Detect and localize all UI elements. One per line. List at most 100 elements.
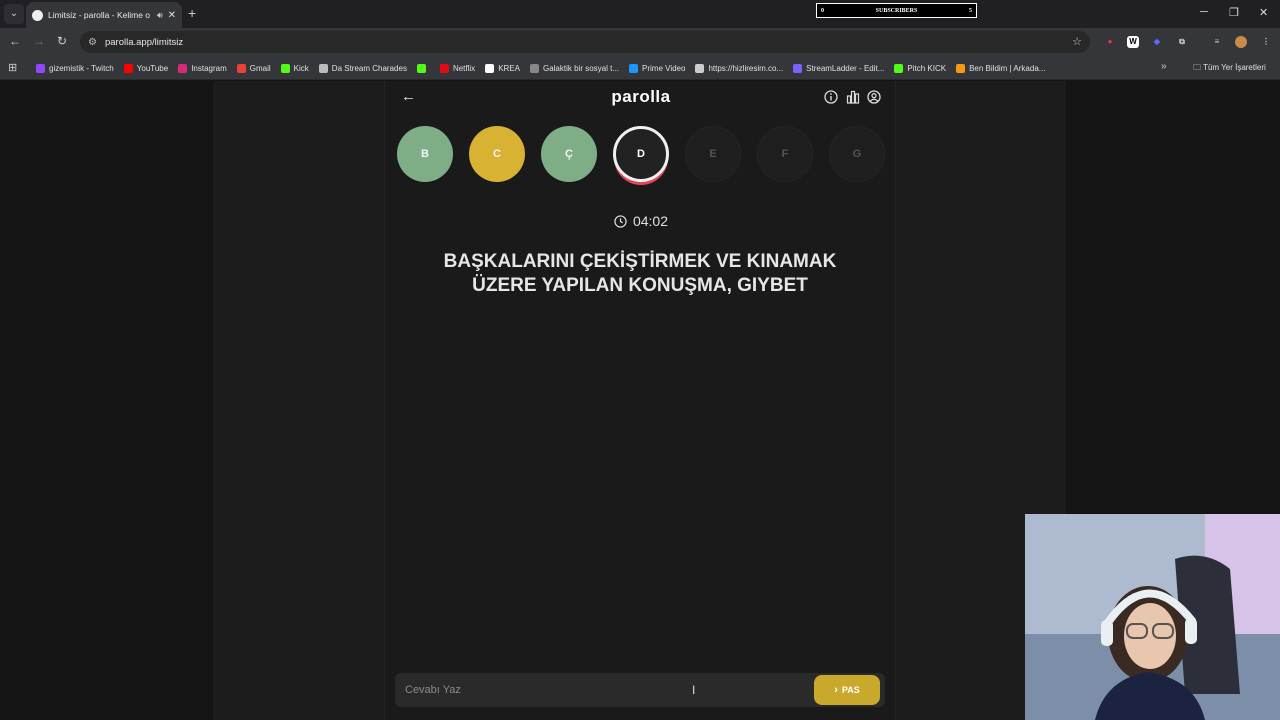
bookmark-favicon-icon [236,63,246,73]
bookmark-item[interactable] [416,63,430,73]
parolla-app: ← parolla B C Ç D E F G 04:02 BAŞKALARINI ÇEKİ… [384,81,896,720]
reload-icon[interactable]: ↻ [57,34,67,48]
tab-search-button[interactable]: ⌄ [4,4,24,24]
subscribers-label: SUBSCRIBERS [875,7,918,14]
bookmark-favicon-icon [485,63,495,73]
speaker-icon[interactable]: 🔊︎ [157,10,163,21]
parolla-favicon-icon [32,9,43,21]
bookmark-favicon-icon [416,63,426,73]
all-bookmarks-label: Tüm Yer İşaretleri [1203,63,1266,72]
letter-label: C [493,148,501,160]
extension-w-icon[interactable]: W [1127,36,1139,48]
bookmarks-bar: ⊞ gizemistik - Twitch YouTube Instagram Gma… [0,56,1280,80]
letter-label: G [852,148,862,160]
bookmark-favicon-icon [529,63,539,73]
bookmark-label: StreamLadder - Edit... [806,63,885,73]
back-arrow-icon[interactable]: ← [9,34,21,48]
bookmark-label: Netflix [452,63,476,73]
bookmark-item[interactable]: gizemistik - Twitch [36,63,114,73]
stats-chart-icon[interactable] [846,90,860,104]
more-bookmarks-icon[interactable]: » [1161,61,1167,72]
bookmark-favicon-icon [178,63,188,73]
close-window-icon[interactable]: ✕ [1259,6,1268,19]
bookmark-label: Pitch KICK [907,63,947,73]
bookmark-item[interactable]: Instagram [178,63,227,73]
bookmark-label: Ben Bildim | Arkada... [969,63,1046,73]
bookmark-item[interactable]: Galaktik bir sosyal t... [529,63,620,73]
webcam-overlay [1025,514,1280,720]
letter-label: D [637,148,645,160]
bookmark-item[interactable]: Prime Video [629,63,686,73]
minimize-icon[interactable]: ─ [1200,6,1208,18]
url-text[interactable]: parolla.app/limitsiz [105,37,183,48]
address-bar[interactable]: ⚙ parolla.app/limitsiz ☆ [80,31,1090,53]
all-bookmarks[interactable]: 🗀︎ Tüm Yer İşaretleri [1193,62,1266,76]
extension-blue-icon[interactable]: ◆ [1151,36,1163,48]
timer: 04:02 [385,213,897,229]
letter-label: E [709,148,717,160]
bookmark-item[interactable]: StreamLadder - Edit... [793,63,885,73]
bookmark-item[interactable]: Gmail [236,63,271,73]
app-header: ← parolla [385,81,897,115]
text-cursor-icon: I [692,683,696,697]
site-info-icon[interactable]: ⚙ [88,37,97,48]
restore-icon[interactable]: ❐ [1229,6,1239,19]
profile-avatar-icon[interactable] [1235,36,1247,48]
bookmark-item[interactable]: https://hizliresim.co... [695,63,783,73]
new-tab-button[interactable]: + [188,5,196,21]
bookmark-item[interactable]: Pitch KICK [894,63,947,73]
bookmark-favicon-icon [894,63,904,73]
browser-tab-active[interactable]: Limitsiz - parolla - Kelime o 🔊︎ ✕ [26,2,182,28]
bookmark-label: Gmail [249,63,271,73]
letter-label: F [781,148,789,160]
reading-list-icon[interactable]: ≡ [1211,36,1223,48]
pass-button[interactable]: › PAS [814,675,880,705]
letter-circle-ç: Ç [541,126,597,182]
tab-bar: ⌄ Limitsiz - parolla - Kelime o 🔊︎ ✕ + 0… [0,0,1280,28]
chevron-right-icon: › [834,684,838,696]
bookmark-item[interactable]: Ben Bildim | Arkada... [956,63,1046,73]
bookmark-label: Instagram [191,63,227,73]
extension-red-icon[interactable]: ● [1104,36,1116,48]
letter-circle-b: B [397,126,453,182]
bookmark-favicon-icon [956,63,966,73]
browser-toolbar: ← → ↻ ⚙ parolla.app/limitsiz ☆ ● W ◆ ⧉ ≡… [0,28,1280,56]
close-tab-icon[interactable]: ✕ [168,10,176,21]
forward-arrow-icon[interactable]: → [33,34,45,48]
bookmark-favicon-icon [629,63,639,73]
bookmark-label: YouTube [136,63,169,73]
bookmark-list: gizemistik - Twitch YouTube Instagram Gmail… [36,56,1055,80]
letter-circle-c: C [469,126,525,182]
bookmark-favicon-icon [280,63,290,73]
extensions-puzzle-icon[interactable]: ⧉ [1176,36,1188,48]
bookmark-label: KREA [498,63,520,73]
bookmark-favicon-icon [36,63,45,73]
bookmark-favicon-icon [793,63,803,73]
apps-grid-icon[interactable]: ⊞ [8,61,17,74]
bookmark-item[interactable]: YouTube [123,63,169,73]
letter-circle-d: D [613,126,669,182]
webcam-image [1025,514,1280,720]
bookmark-star-icon[interactable]: ☆ [1072,35,1082,48]
subscribers-overlay: 0 SUBSCRIBERS 5 [816,3,977,18]
answer-bar: ›PAS [395,673,885,707]
bookmark-favicon-icon [318,63,328,73]
bookmark-label: Kick [293,63,309,73]
bookmark-label: Galaktik bir sosyal t... [542,63,620,73]
user-profile-icon[interactable] [867,90,881,104]
answer-input[interactable] [395,673,805,707]
question-text: BAŞKALARINI ÇEKİŞTİRMEK VE KINAMAK ÜZERE… [443,251,837,296]
letter-circle-g: G [829,126,885,182]
bookmark-favicon-icon [123,63,133,73]
bookmark-item[interactable]: Netflix [439,63,476,73]
tab-title: Limitsiz - parolla - Kelime o [48,10,151,20]
page-margin-left [0,81,213,720]
bookmark-item[interactable]: KREA [485,63,520,73]
letter-circle-e: E [685,126,741,182]
bookmark-item[interactable]: Kick [280,63,309,73]
info-icon[interactable] [824,90,838,104]
bookmark-favicon-icon [695,63,705,73]
bookmark-label: Prime Video [642,63,686,73]
bookmark-item[interactable]: Da Stream Charades [318,63,407,73]
menu-dots-icon[interactable]: ⋮ [1260,36,1272,48]
